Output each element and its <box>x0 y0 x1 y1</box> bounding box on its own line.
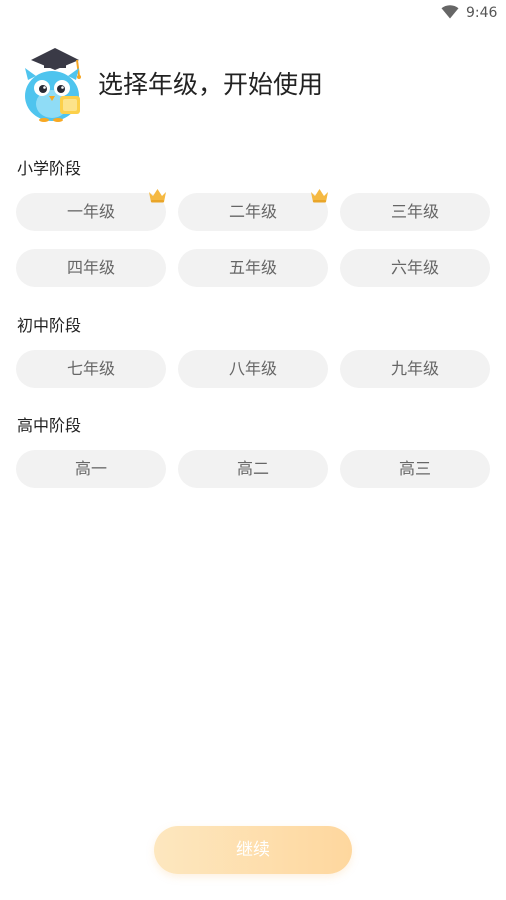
status-bar: 9:46 <box>0 0 506 26</box>
grade-label: 六年级 <box>390 258 439 277</box>
grade-label: 高二 <box>236 459 269 478</box>
grade-label: 七年级 <box>66 359 115 378</box>
grade-button-senior-3[interactable]: 高三 <box>340 450 490 488</box>
grade-button-senior-1[interactable]: 高一 <box>16 450 166 488</box>
owl-mascot-icon <box>25 48 81 122</box>
wifi-icon <box>441 5 459 19</box>
grade-label: 九年级 <box>390 359 439 378</box>
grade-label: 二年级 <box>228 202 277 221</box>
grade-label: 高一 <box>74 459 107 478</box>
grade-button-grade-9[interactable]: 九年级 <box>340 350 490 388</box>
grade-label: 高三 <box>398 459 431 478</box>
grade-label: 四年级 <box>66 258 115 277</box>
grade-button-grade-2[interactable]: 二年级 <box>178 189 328 231</box>
header: 选择年级，开始使用 <box>22 46 506 126</box>
grade-button-grade-8[interactable]: 八年级 <box>178 350 328 388</box>
grade-button-grade-5[interactable]: 五年级 <box>178 249 328 287</box>
section-title-senior-high: 高中阶段 <box>17 416 82 435</box>
grade-label: 五年级 <box>228 258 277 277</box>
grade-label: 三年级 <box>390 202 439 221</box>
crown-icon <box>311 189 328 203</box>
continue-button[interactable]: 继续 <box>154 826 352 874</box>
crown-icon <box>149 189 166 203</box>
grade-button-grade-7[interactable]: 七年级 <box>16 350 166 388</box>
grade-button-grade-1[interactable]: 一年级 <box>16 189 166 231</box>
section-title-primary: 小学阶段 <box>17 159 82 178</box>
section-title-junior-high: 初中阶段 <box>17 316 82 335</box>
grade-label: 一年级 <box>66 202 115 221</box>
grade-button-grade-3[interactable]: 三年级 <box>340 193 490 231</box>
grade-button-senior-2[interactable]: 高二 <box>178 450 328 488</box>
grade-button-grade-6[interactable]: 六年级 <box>340 249 490 287</box>
grade-button-grade-4[interactable]: 四年级 <box>16 249 166 287</box>
page-title: 选择年级，开始使用 <box>98 70 324 99</box>
status-time: 9:46 <box>466 5 498 21</box>
grade-label: 八年级 <box>228 359 277 378</box>
